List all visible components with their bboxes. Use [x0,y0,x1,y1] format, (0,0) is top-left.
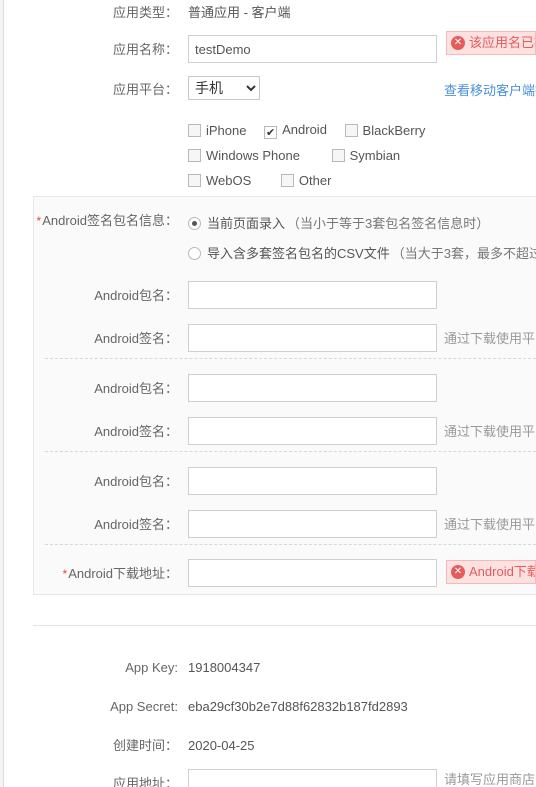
required-star: * [62,567,68,581]
app-type-label: 应用类型： [112,5,178,20]
signature-radio-csv-import[interactable]: 导入含多套签名包名的CSV文件（当大于3套，最多不超过500套 [188,243,536,262]
checkbox-label: BlackBerry [362,123,426,139]
android-download-url-error-text: Android下载 [469,564,536,579]
android-signature-label-3: Android签名： [94,517,178,532]
radio-note: （当小于等于3套包名签名信息时） [287,216,490,231]
android-package-label-1: Android包名： [94,288,178,303]
signature-info-label-text: Android签名包名信息： [42,213,178,228]
app-address-hint: 请填写应用商店 [444,772,536,787]
platform-checkbox-row-2: Windows Phone Symbian [188,147,414,163]
error-icon: ✕ [451,564,465,579]
checkbox-label: Windows Phone [206,148,300,164]
signature-info-label: *Android签名包名信息： [0,213,178,229]
checkbox-webos[interactable]: WebOS [188,173,251,188]
app-type-value: 普通应用 - 客户端 [188,5,291,20]
android-signature-hint-3: 通过下载使用平台 [444,517,536,532]
android-download-url-label-text: Android下载地址： [68,566,178,581]
app-name-error-text: 该应用名已被 [469,35,535,50]
checkbox-box-icon [188,149,201,163]
checkbox-box-icon [188,124,201,138]
checkbox-label: Android [282,122,327,138]
signature-radio-current-page[interactable]: 当前页面录入 （当小于等于3套包名签名信息时） [188,213,490,232]
group-separator-1 [45,358,536,359]
android-download-url-input[interactable] [188,559,437,587]
app-address-label: 应用地址： [112,776,178,787]
platform-checkbox-row-3: WebOS Other [188,172,345,188]
group-separator-2 [45,451,536,452]
checkbox-label: Symbian [349,148,401,164]
android-signature-hint-1: 通过下载使用平台 [444,331,536,346]
required-star: * [36,214,42,228]
app-edit-form-page: 应用类型： 普通应用 - 客户端 应用名称： ✕该应用名已被 应用平台： 手机 … [0,0,536,787]
radio-unselected-icon [188,247,201,260]
checkbox-label: Other [298,173,332,189]
radio-selected-icon [188,217,201,230]
app-secret-value: eba29cf30b2e7d88f62832b187fd2893 [188,699,408,714]
checkbox-checked-icon: ✔ [264,126,278,140]
radio-label: 导入含多套签名包名的CSV文件 [207,246,390,261]
checkbox-iphone[interactable]: iPhone [188,123,246,138]
android-package-input-2[interactable] [188,374,437,402]
checkbox-box-icon [331,149,345,163]
android-signature-label-1: Android签名： [94,331,178,346]
checkbox-windows-phone[interactable]: Windows Phone [188,148,300,163]
checkbox-box-icon [280,174,294,188]
checkbox-label: iPhone [206,123,247,139]
section-separator [33,625,536,626]
app-name-error-badge: ✕ 该应用名已被 [446,31,536,55]
checkbox-android[interactable]: ✔ Android [264,122,327,140]
android-signature-input-3[interactable] [188,510,437,538]
checkbox-box-icon [344,124,358,138]
create-time-value: 2020-04-25 [188,738,255,753]
radio-label: 当前页面录入 [207,216,286,231]
checkbox-other[interactable]: Other [280,173,332,189]
app-address-input[interactable] [188,769,437,787]
android-package-label-3: Android包名： [94,474,178,489]
app-key-value: 1918004347 [188,660,261,675]
android-signature-hint-2: 通过下载使用平台 [444,424,536,439]
checkbox-box-icon [188,174,201,188]
android-signature-input-2[interactable] [188,417,437,445]
create-time-label: 创建时间： [112,738,178,753]
radio-note: （当大于3套，最多不超过500套 [391,246,536,261]
view-mobile-client-link[interactable]: 查看移动客户端接 [444,83,536,99]
platform-checkbox-row-1: iPhone ✔ Android BlackBerry [188,122,439,140]
android-signature-input-1[interactable] [188,324,437,352]
app-platform-label: 应用平台： [112,82,178,97]
app-name-input[interactable] [188,35,437,63]
android-package-label-2: Android包名： [94,381,178,396]
app-name-label: 应用名称： [112,42,178,57]
checkbox-blackberry[interactable]: BlackBerry [344,123,426,139]
app-secret-label: App Secret: [110,699,178,714]
group-separator-3 [45,544,536,545]
checkbox-symbian[interactable]: Symbian [331,148,401,164]
android-download-url-label: *Android下载地址： [0,566,178,582]
android-package-input-3[interactable] [188,467,437,495]
app-platform-select[interactable]: 手机 [188,76,260,100]
android-package-input-1[interactable] [188,281,437,309]
android-signature-label-2: Android签名： [94,424,178,439]
android-download-url-error-badge: ✕ Android下载 [446,560,536,584]
error-icon: ✕ [451,35,465,50]
checkbox-label: WebOS [206,173,252,189]
app-key-label: App Key: [125,660,178,675]
